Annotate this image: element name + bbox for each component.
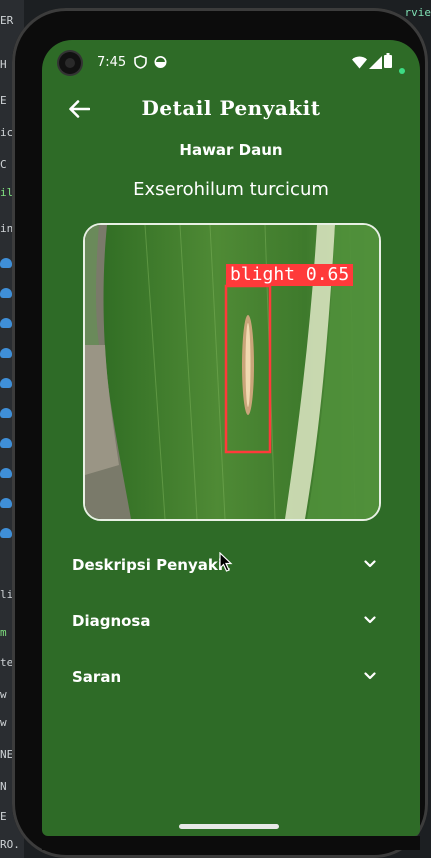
wifi-icon (352, 54, 367, 73)
app-bar: Detail Penyakit (42, 90, 420, 130)
front-camera (59, 52, 81, 74)
background-cloud-icon (0, 318, 12, 328)
page-title: Detail Penyakit (141, 96, 321, 120)
accordion-label: Diagnosa (72, 612, 151, 630)
background-cloud-icon (0, 348, 12, 358)
home-indicator[interactable] (179, 824, 279, 829)
chevron-down-icon (364, 560, 376, 568)
background-cloud-icon (0, 378, 12, 388)
background-editor-line: RO. (0, 838, 20, 851)
background-cloud-icon (0, 468, 12, 478)
phone-frame: 7:45 Detail Penyakit Hawar Daun Exserohi… (12, 8, 428, 858)
background-cloud-icon (0, 438, 12, 448)
indicator-dot-icon (399, 59, 405, 78)
accordion-label: Saran (72, 668, 122, 686)
background-editor-text: rvie (404, 6, 431, 19)
background-cloud-icon (0, 258, 12, 268)
background-editor-line: ER (0, 14, 14, 27)
phone-chin (42, 836, 420, 850)
background-cloud-icon (0, 408, 12, 418)
signal-icon (369, 54, 382, 73)
chevron-down-icon (364, 672, 376, 680)
app-screen: 7:45 Detail Penyakit Hawar Daun Exserohi… (42, 40, 420, 836)
circle-half-icon (154, 54, 167, 73)
disease-name: Hawar Daun (179, 141, 283, 159)
detection-label: blight 0.65 (226, 264, 354, 286)
battery-icon (384, 53, 392, 72)
accordion-label: Deskripsi Penyakit (72, 556, 231, 574)
accordion-saran[interactable]: Saran (42, 656, 420, 700)
background-cloud-icon (0, 288, 12, 298)
status-time: 7:45 (97, 55, 127, 70)
shield-icon (134, 54, 147, 73)
chevron-down-icon (364, 616, 376, 624)
mouse-cursor-icon (219, 552, 233, 572)
background-cloud-icon (0, 528, 12, 538)
background-cloud-icon (0, 498, 12, 508)
leaf-detection-image: blight 0.65 (83, 223, 381, 521)
accordion-diagnosa[interactable]: Diagnosa (42, 600, 420, 644)
disease-latin-name: Exserohilum turcicum (133, 179, 329, 200)
status-bar: 7:45 (42, 40, 420, 84)
